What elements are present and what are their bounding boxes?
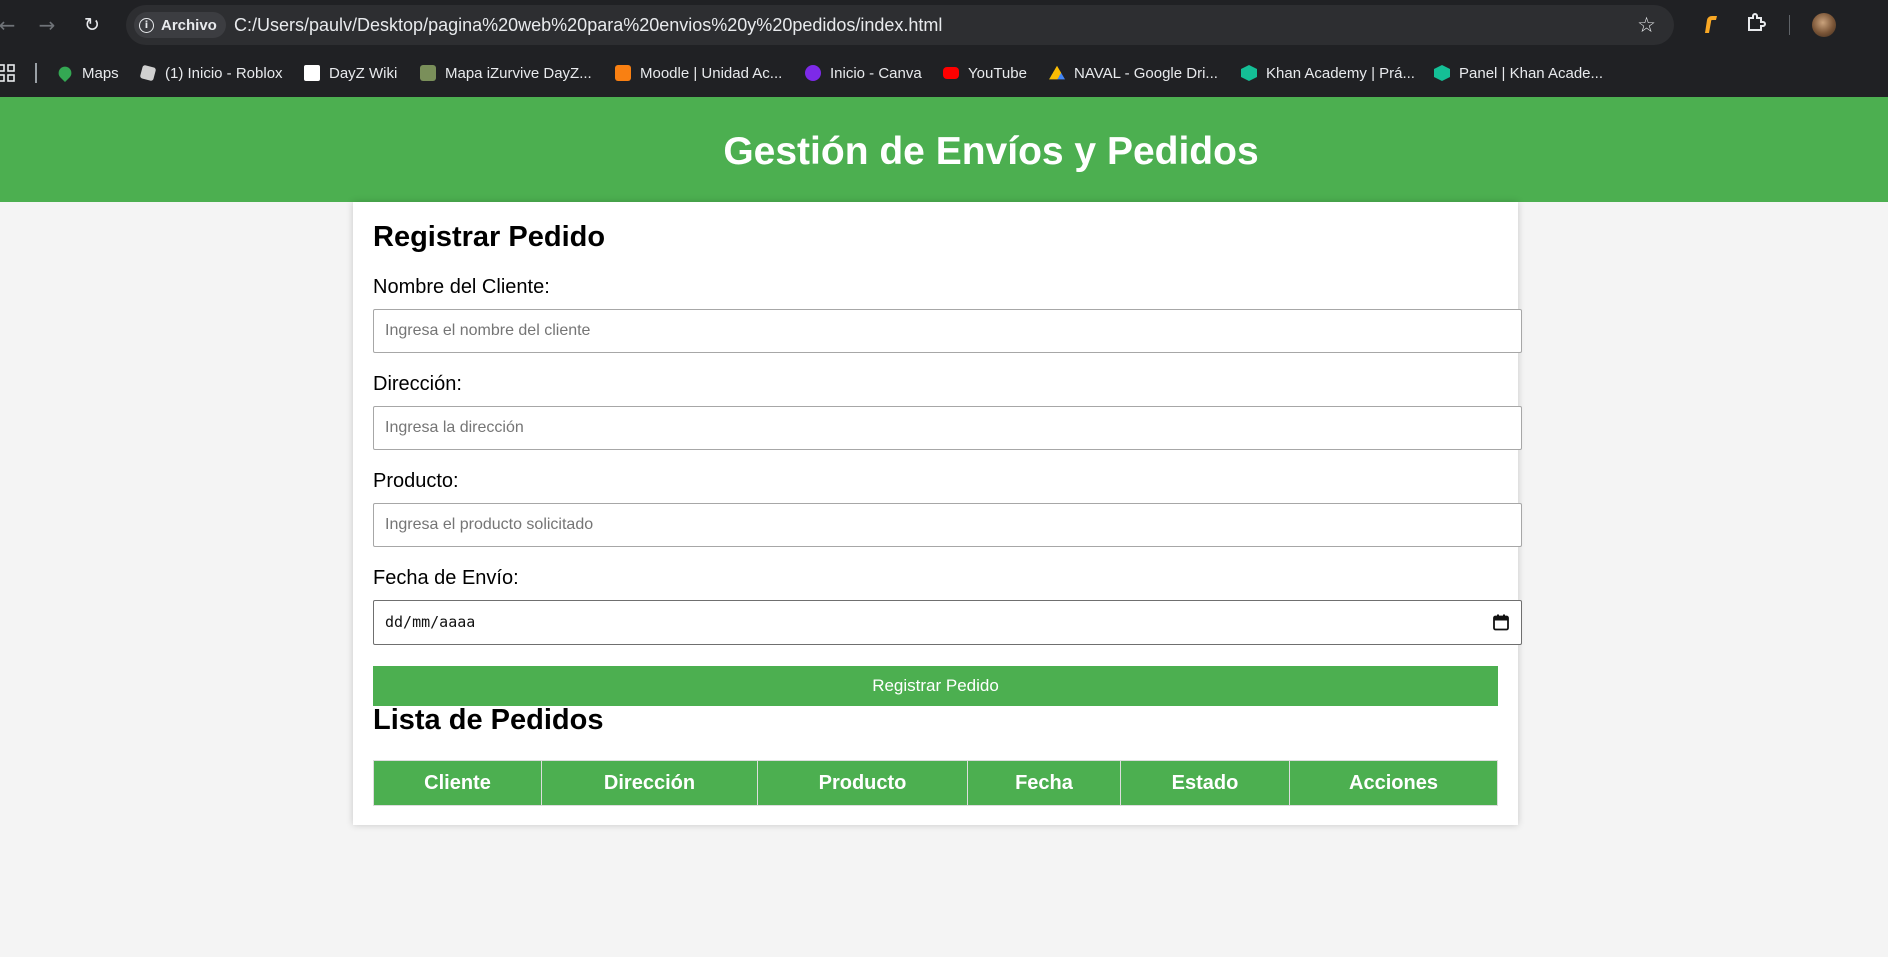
bookmark-label: Moodle | Unidad Ac...: [640, 64, 783, 82]
bookmark-label: Maps: [82, 64, 119, 82]
back-arrow-icon[interactable]: ←: [0, 12, 20, 38]
column-header-acciones: Acciones: [1289, 760, 1498, 806]
bookmark-label: DayZ Wiki: [329, 64, 398, 82]
table-header-row: Cliente Dirección Producto Fecha Estado …: [373, 760, 1498, 806]
dayz-icon: [304, 65, 320, 81]
bookmarks-bar: Maps (1) Inicio - Roblox DayZ Wiki Mapa …: [0, 56, 1888, 88]
ship-date-label: Fecha de Envío:: [373, 567, 519, 589]
column-header-fecha: Fecha: [967, 760, 1121, 806]
order-card: Registrar Pedido Nombre del Cliente: Dir…: [353, 202, 1522, 825]
khan-icon: [1241, 65, 1257, 81]
bookmark-label: Mapa iZurvive DayZ...: [445, 64, 592, 82]
browser-chrome: ← → ↻ i Archivo C:/Users/paulv/Desktop/p…: [0, 0, 1888, 97]
bookmarks-divider: [35, 63, 37, 83]
reload-icon[interactable]: ↻: [79, 12, 105, 38]
column-header-estado: Estado: [1120, 760, 1290, 806]
roblox-icon: [139, 64, 157, 82]
site-info-chip[interactable]: i Archivo: [134, 12, 226, 38]
column-header-direccion: Dirección: [541, 760, 758, 806]
bookmark-moodle[interactable]: Moodle | Unidad Ac...: [615, 62, 782, 84]
date-placeholder: dd/mm/aaaa: [385, 613, 476, 631]
forward-arrow-icon[interactable]: →: [34, 12, 60, 38]
page-header: Gestión de Envíos y Pedidos: [0, 97, 1888, 202]
address-bar[interactable]: i Archivo C:/Users/paulv/Desktop/pagina%…: [126, 5, 1674, 45]
client-name-input[interactable]: [373, 309, 1522, 353]
orders-table: Cliente Dirección Producto Fecha Estado …: [373, 760, 1498, 806]
form-heading: Registrar Pedido: [373, 221, 606, 253]
site-info-label: Archivo: [161, 16, 217, 34]
page-title: Gestión de Envíos y Pedidos: [723, 129, 1259, 173]
profile-avatar[interactable]: [1812, 13, 1836, 37]
drive-icon: [1049, 65, 1065, 80]
bookmark-dayz-wiki[interactable]: DayZ Wiki: [304, 62, 397, 84]
izurvive-icon: [420, 65, 436, 81]
bookmark-label: Inicio - Canva: [830, 64, 922, 82]
toolbar-divider: [1789, 15, 1790, 35]
moodle-icon: [615, 65, 631, 81]
maps-pin-icon: [55, 63, 75, 83]
bookmark-label: NAVAL - Google Dri...: [1074, 64, 1218, 82]
address-input[interactable]: [373, 406, 1522, 450]
bookmark-izurvive[interactable]: Mapa iZurvive DayZ...: [420, 62, 592, 84]
puzzle-icon[interactable]: [1745, 12, 1767, 34]
bookmark-maps[interactable]: Maps: [55, 62, 119, 84]
product-label: Producto:: [373, 470, 459, 492]
bookmark-naval-drive[interactable]: NAVAL - Google Dri...: [1049, 62, 1218, 84]
client-name-label: Nombre del Cliente:: [373, 276, 550, 298]
bookmark-khan-panel[interactable]: Panel | Khan Acade...: [1434, 62, 1603, 84]
extension-icon[interactable]: [1700, 13, 1720, 35]
bookmark-youtube[interactable]: YouTube: [943, 62, 1027, 84]
bookmark-khan-academy[interactable]: Khan Academy | Prá...: [1241, 62, 1415, 84]
bookmark-label: YouTube: [968, 64, 1027, 82]
url-text[interactable]: C:/Users/paulv/Desktop/pagina%20web%20pa…: [234, 15, 942, 36]
info-icon: i: [139, 17, 154, 33]
apps-grid-icon[interactable]: [0, 64, 15, 82]
column-header-producto: Producto: [757, 760, 968, 806]
khan-icon: [1434, 65, 1450, 81]
bookmark-canva[interactable]: Inicio - Canva: [805, 62, 922, 84]
bookmark-roblox[interactable]: (1) Inicio - Roblox: [139, 62, 283, 84]
bookmark-label: Panel | Khan Acade...: [1459, 64, 1604, 82]
orders-heading: Lista de Pedidos: [373, 704, 604, 736]
register-order-button[interactable]: Registrar Pedido: [373, 666, 1498, 706]
youtube-icon: [943, 67, 959, 79]
bookmark-label: (1) Inicio - Roblox: [165, 64, 283, 82]
ship-date-input[interactable]: dd/mm/aaaa: [373, 600, 1522, 645]
bookmark-label: Khan Academy | Prá...: [1266, 64, 1415, 82]
star-icon[interactable]: ☆: [1637, 13, 1656, 37]
calendar-icon[interactable]: [1493, 614, 1509, 631]
canva-icon: [805, 65, 821, 81]
column-header-cliente: Cliente: [373, 760, 542, 806]
product-input[interactable]: [373, 503, 1522, 547]
address-label: Dirección:: [373, 373, 462, 395]
